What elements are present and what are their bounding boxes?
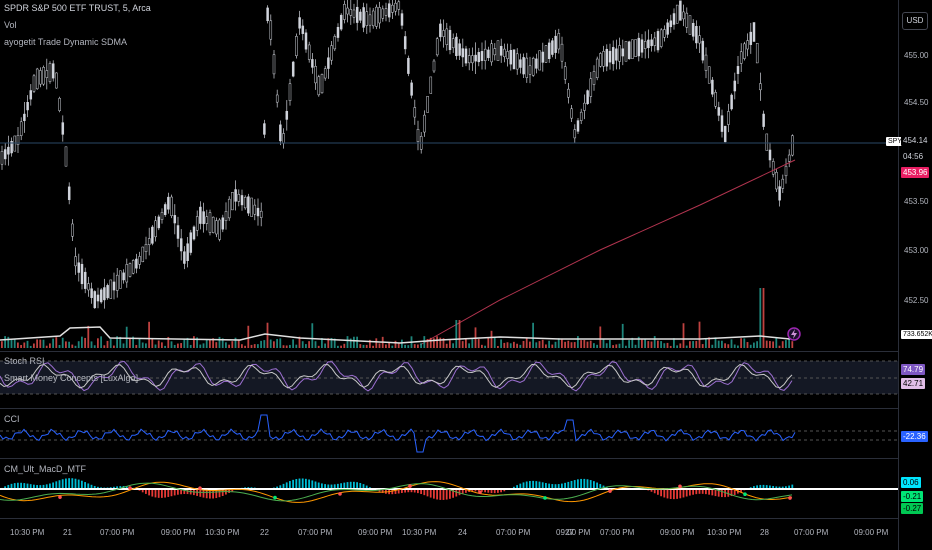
cci-line	[0, 414, 796, 453]
time-label: 07:00 PM	[298, 528, 333, 537]
symbol-title[interactable]: SPDR S&P 500 ETF TRUST, 5, Arca	[4, 3, 151, 13]
macd-hist-badge: 0.06	[901, 477, 921, 488]
volume-legend[interactable]: Vol	[4, 20, 17, 30]
stoch-d-badge: 42.71	[901, 378, 926, 389]
sdma-value-badge: 453.96	[901, 167, 930, 178]
cci-badge: -22.36	[901, 431, 928, 442]
time-label: 07:00 PM	[496, 528, 531, 537]
pane-separator[interactable]	[0, 351, 898, 352]
volume-ma-line	[0, 326, 791, 344]
pane-separator[interactable]	[0, 518, 898, 519]
price-tick: 452.50	[904, 296, 929, 305]
time-label: 07:00 PM	[600, 528, 635, 537]
time-label: 10:30 PM	[707, 528, 742, 537]
time-label: 09:00 PM	[358, 528, 393, 537]
time-label: 09:00 PM	[161, 528, 196, 537]
smc-legend[interactable]: Smart Money Concepts [LuxAlgo]	[4, 373, 138, 383]
time-label: 27	[565, 528, 574, 537]
pane-separator[interactable]	[0, 458, 898, 459]
time-label: 09:00 PM	[854, 528, 889, 537]
macd-signal-badge: -0.27	[901, 503, 924, 514]
time-label: 07:00 PM	[794, 528, 829, 537]
price-axis[interactable]	[898, 0, 932, 550]
price-tick: 454.50	[904, 98, 929, 107]
time-label: 22	[260, 528, 269, 537]
macd-line-badge: -0.21	[901, 491, 924, 502]
stoch-rsi-legend[interactable]: Stoch RSI	[4, 356, 45, 366]
time-label: 07:00 PM	[100, 528, 135, 537]
time-label: 10:30 PM	[402, 528, 437, 537]
stoch-k-badge: 74.79	[901, 364, 926, 375]
time-label: 10:30 PM	[10, 528, 45, 537]
time-label: 28	[760, 528, 769, 537]
pane-separator[interactable]	[0, 408, 898, 409]
countdown-badge: 04:56	[901, 151, 926, 162]
currency-button[interactable]: USD	[902, 12, 928, 30]
time-label: 09:00 PM	[660, 528, 695, 537]
time-label: 21	[63, 528, 72, 537]
time-label: 10:30 PM	[205, 528, 240, 537]
chart-canvas[interactable]	[0, 0, 898, 550]
last-price-badge: 454.14	[901, 135, 930, 146]
volume-value-badge: 733.652K	[901, 330, 932, 339]
sdma-legend[interactable]: ayogetit Trade Dynamic SDMA	[4, 37, 127, 47]
price-tick: 455.00	[904, 51, 929, 60]
cci-legend[interactable]: CCI	[4, 414, 20, 424]
macd-legend[interactable]: CM_Ult_MacD_MTF	[4, 464, 86, 474]
time-label: 24	[458, 528, 467, 537]
price-tick: 453.00	[904, 246, 929, 255]
price-tick: 453.50	[904, 197, 929, 206]
sdma-line	[419, 159, 796, 346]
